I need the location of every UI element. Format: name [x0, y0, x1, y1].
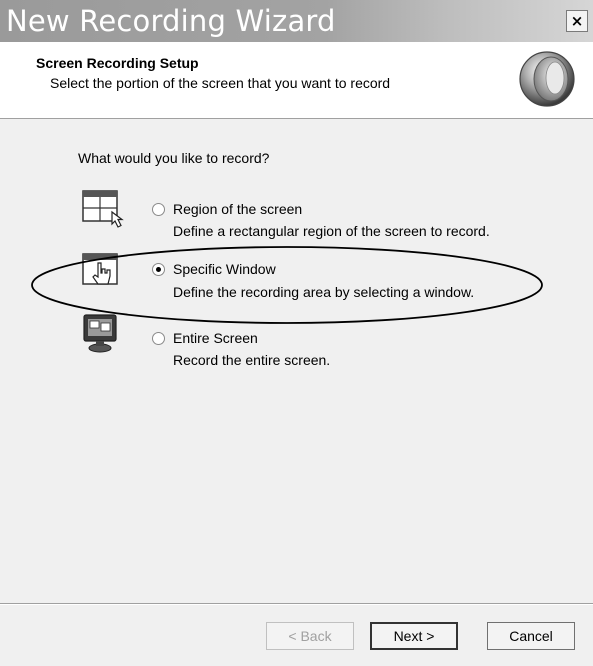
window-label[interactable]: Specific Window [173, 261, 276, 277]
region-select-icon [82, 190, 124, 228]
entire-screen-label[interactable]: Entire Screen [173, 330, 258, 346]
footer-divider [0, 603, 593, 605]
cancel-button[interactable]: Cancel [487, 622, 575, 650]
record-question: What would you like to record? [78, 150, 270, 166]
option-window[interactable]: Specific Window Define the recording are… [0, 253, 593, 309]
next-button[interactable]: Next > [370, 622, 458, 650]
window-select-icon [82, 253, 118, 285]
wizard-window: New Recording Wizard × Screen Recording … [0, 0, 593, 666]
window-radio[interactable] [152, 263, 165, 276]
header-title: Screen Recording Setup [36, 55, 199, 71]
back-button[interactable]: < Back [266, 622, 354, 650]
header-subtitle: Select the portion of the screen that yo… [50, 75, 391, 91]
entire-screen-description: Record the entire screen. [173, 352, 331, 368]
option-region[interactable]: Region of the screen Define a rectangula… [0, 190, 593, 246]
close-icon: × [570, 12, 584, 30]
region-description: Define a rectangular region of the scree… [173, 223, 490, 239]
window-description: Define the recording area by selecting a… [173, 284, 475, 300]
wizard-header: Screen Recording Setup Select the portio… [0, 42, 593, 119]
entire-screen-radio[interactable] [152, 332, 165, 345]
title-bar[interactable]: New Recording Wizard × [0, 0, 593, 42]
region-label[interactable]: Region of the screen [173, 201, 302, 217]
monitor-icon [83, 314, 117, 353]
option-entire-screen[interactable]: Entire Screen Record the entire screen. [0, 314, 593, 370]
recorder-logo-icon [519, 51, 575, 107]
region-radio[interactable] [152, 203, 165, 216]
close-button[interactable]: × [566, 10, 588, 32]
window-title: New Recording Wizard [6, 4, 336, 38]
